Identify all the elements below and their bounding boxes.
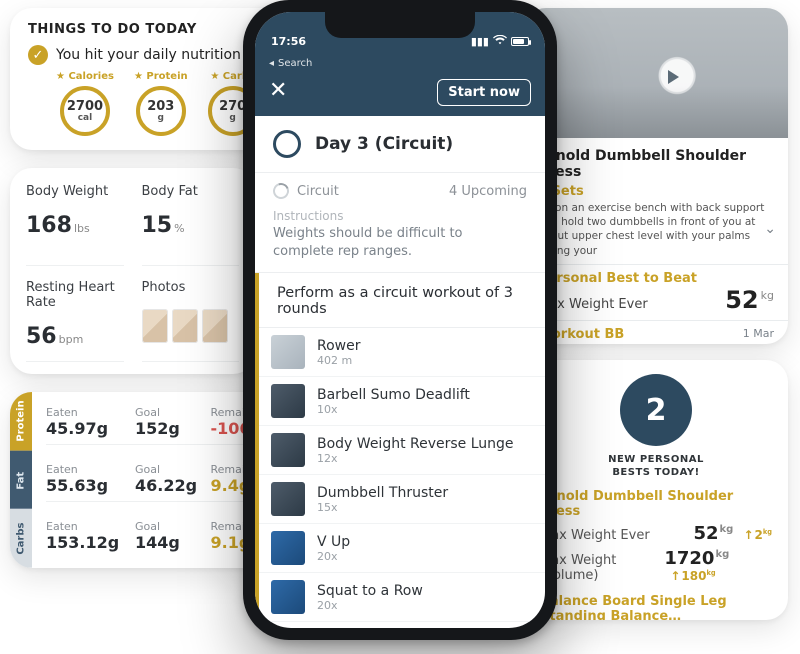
sets-label: 3 Sets — [538, 184, 774, 199]
metrics-card: Body Weight 168lbs Body Fat 15% Resting … — [10, 168, 255, 374]
exercise-item[interactable]: Body Weight Reverse Lunge12x — [259, 425, 545, 474]
star-icon: ★ — [210, 71, 219, 82]
rail-fat[interactable]: Fat — [10, 451, 32, 510]
pb-item: Arnold Dumbbell Shoulder Press Max Weigh… — [540, 489, 772, 584]
exercise-thumb — [271, 531, 305, 565]
metric-body-weight[interactable]: Body Weight 168lbs — [26, 184, 124, 266]
exercise-title: Arnold Dumbbell Shoulder Press — [538, 148, 774, 180]
pb-count-badge: 2 — [620, 374, 692, 446]
signal-icon: ▮▮▮ — [471, 35, 489, 48]
exercise-thumb — [271, 384, 305, 418]
photo-thumb — [142, 309, 168, 343]
macro-protein: ★ Protein 203g — [134, 71, 188, 136]
day-title: Day 3 (Circuit) — [315, 134, 453, 154]
exercise-item[interactable]: Barbell Sumo Deadlift10x — [259, 376, 545, 425]
personal-bests-card: 2 NEW PERSONALBESTS TODAY! Arnold Dumbbe… — [524, 360, 788, 620]
exercise-thumb — [271, 433, 305, 467]
check-icon: ✓ — [28, 45, 48, 65]
progress-ring-icon — [273, 130, 301, 158]
photo-thumb — [202, 309, 228, 343]
photo-thumb — [172, 309, 198, 343]
nutrition-rails: Protein Fat Carbs — [10, 392, 32, 568]
phone-notch — [325, 12, 475, 38]
exercise-video[interactable] — [524, 8, 788, 138]
battery-icon — [511, 37, 529, 46]
exercise-item[interactable]: Dumbbell Thruster15x — [259, 474, 545, 523]
play-icon — [668, 70, 679, 84]
instructions-label: Instructions — [255, 209, 545, 223]
upcoming-label: 4 Upcoming — [449, 184, 527, 199]
metric-photos[interactable]: Photos — [142, 280, 240, 362]
wifi-icon — [493, 35, 507, 48]
instructions-text: Weights should be difficult to complete … — [255, 223, 545, 273]
pb-label: Personal Best to Beat — [538, 271, 774, 286]
exercise-description: Sit on an exercise bench with back suppo… — [538, 201, 774, 258]
exercise-item[interactable]: Squat to a Row20x — [259, 572, 545, 621]
pb-item: Balance Board Single Leg Standing Balanc… — [540, 594, 772, 620]
metric-resting-heart-rate[interactable]: Resting Heart Rate 56bpm — [26, 280, 124, 362]
workout-date: 1 Mar — [743, 327, 774, 342]
exercise-thumb — [271, 482, 305, 516]
refresh-icon — [270, 180, 291, 201]
exercise-item[interactable]: V Up20x — [259, 523, 545, 572]
star-icon: ★ — [134, 71, 143, 82]
circuit-heading: Perform as a circuit workout of 3 rounds — [255, 273, 545, 327]
phone-mock: 17:56 ▮▮▮ ◂ Search ✕ Start now Day 3 (Ci… — [243, 0, 557, 640]
status-time: 17:56 — [271, 35, 306, 48]
back-to-search[interactable]: ◂ Search — [269, 58, 312, 69]
exercise-thumb — [271, 335, 305, 369]
day-header: Day 3 (Circuit) — [255, 116, 545, 173]
exercise-list: Rower402 m Barbell Sumo Deadlift10x Body… — [255, 327, 545, 628]
close-icon[interactable]: ✕ — [269, 80, 295, 106]
photo-thumbnails — [142, 309, 240, 343]
circuit-label: Circuit — [297, 184, 339, 199]
exercise-detail-card: Arnold Dumbbell Shoulder Press 3 Sets Si… — [524, 8, 788, 344]
rail-protein[interactable]: Protein — [10, 392, 32, 451]
exercise-item[interactable]: Rower402 m — [259, 327, 545, 376]
macro-calories: ★ Calories 2700cal — [56, 71, 114, 136]
start-now-button[interactable]: Start now — [437, 79, 531, 106]
exercise-item[interactable]: Jumping Rope120x — [259, 621, 545, 628]
metric-body-fat[interactable]: Body Fat 15% — [142, 184, 240, 266]
rail-carbs[interactable]: Carbs — [10, 509, 32, 568]
exercise-thumb — [271, 580, 305, 614]
chevron-down-icon[interactable]: ⌄ — [764, 221, 776, 237]
star-icon: ★ — [56, 71, 65, 82]
